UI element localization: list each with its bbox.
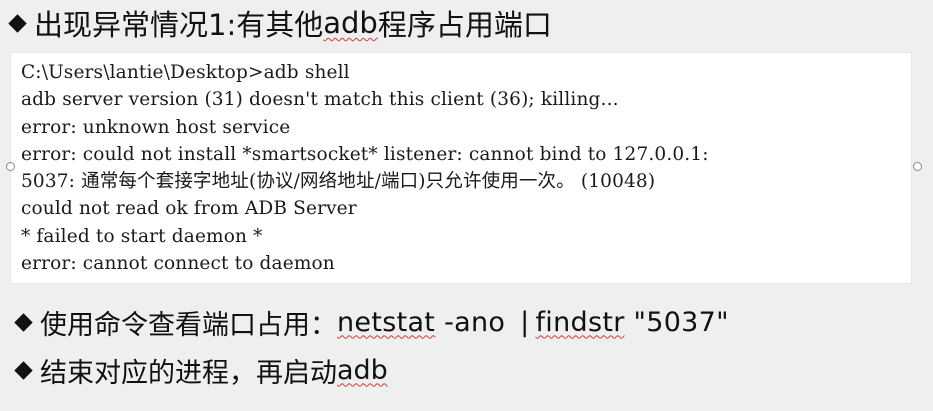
bullet-check-port: 使用命令查看端口占用： netstat -ano | findstr "5037" <box>12 300 729 344</box>
heading-adb: adb <box>323 6 378 40</box>
command-arg-ano: -ano <box>435 306 515 338</box>
diamond-bullet-icon <box>6 12 28 34</box>
heading-prefix: 出现异常情况1:有其他 <box>34 8 324 42</box>
terminal-line: error: unknown host service <box>21 116 291 138</box>
bullet3-text: 结束对应的进程，再启动 <box>40 357 337 389</box>
terminal-line: adb server version (31) doesn't match th… <box>21 89 619 111</box>
terminal-line: C:\Users\lantie\Desktop>adb shell <box>21 62 350 83</box>
terminal-line: * failed to start daemon * <box>21 225 263 247</box>
selection-handle-icon[interactable] <box>913 162 922 171</box>
terminal-line: 5037: 通常每个套接字地址(协议/网络地址/端口)只允许使用一次。 (100… <box>21 171 656 193</box>
command-findstr: findstr <box>535 306 625 338</box>
command-netstat: netstat <box>337 306 436 338</box>
slide: 出现异常情况1:有其他 adb 程序占用端口 C:\Users\lantie\Des… <box>0 0 933 411</box>
bullet-kill-process: 结束对应的进程，再启动 adb <box>12 348 388 392</box>
terminal-line: could not read ok from ADB Server <box>21 198 357 220</box>
bullet3-adb: adb <box>337 354 388 386</box>
bullet-label: 使用命令查看端口占用： <box>40 309 337 341</box>
heading-suffix: 程序占用端口 <box>377 8 552 42</box>
command-text: netstat -ano | findstr "5037" <box>337 307 729 338</box>
selection-handle-icon[interactable] <box>6 162 15 171</box>
terminal-line: error: could not install *smartsocket* l… <box>21 143 709 165</box>
command-arg-port: "5037" <box>624 306 729 338</box>
terminal-line: error: cannot connect to daemon <box>21 253 335 275</box>
terminal-output-box[interactable]: C:\Users\lantie\Desktop>adb shell adb se… <box>10 52 912 284</box>
command-pipe: | <box>520 306 530 338</box>
heading: 出现异常情况1:有其他 adb 程序占用端口 <box>6 2 552 44</box>
diamond-bullet-icon <box>12 359 34 381</box>
diamond-bullet-icon <box>12 311 34 333</box>
